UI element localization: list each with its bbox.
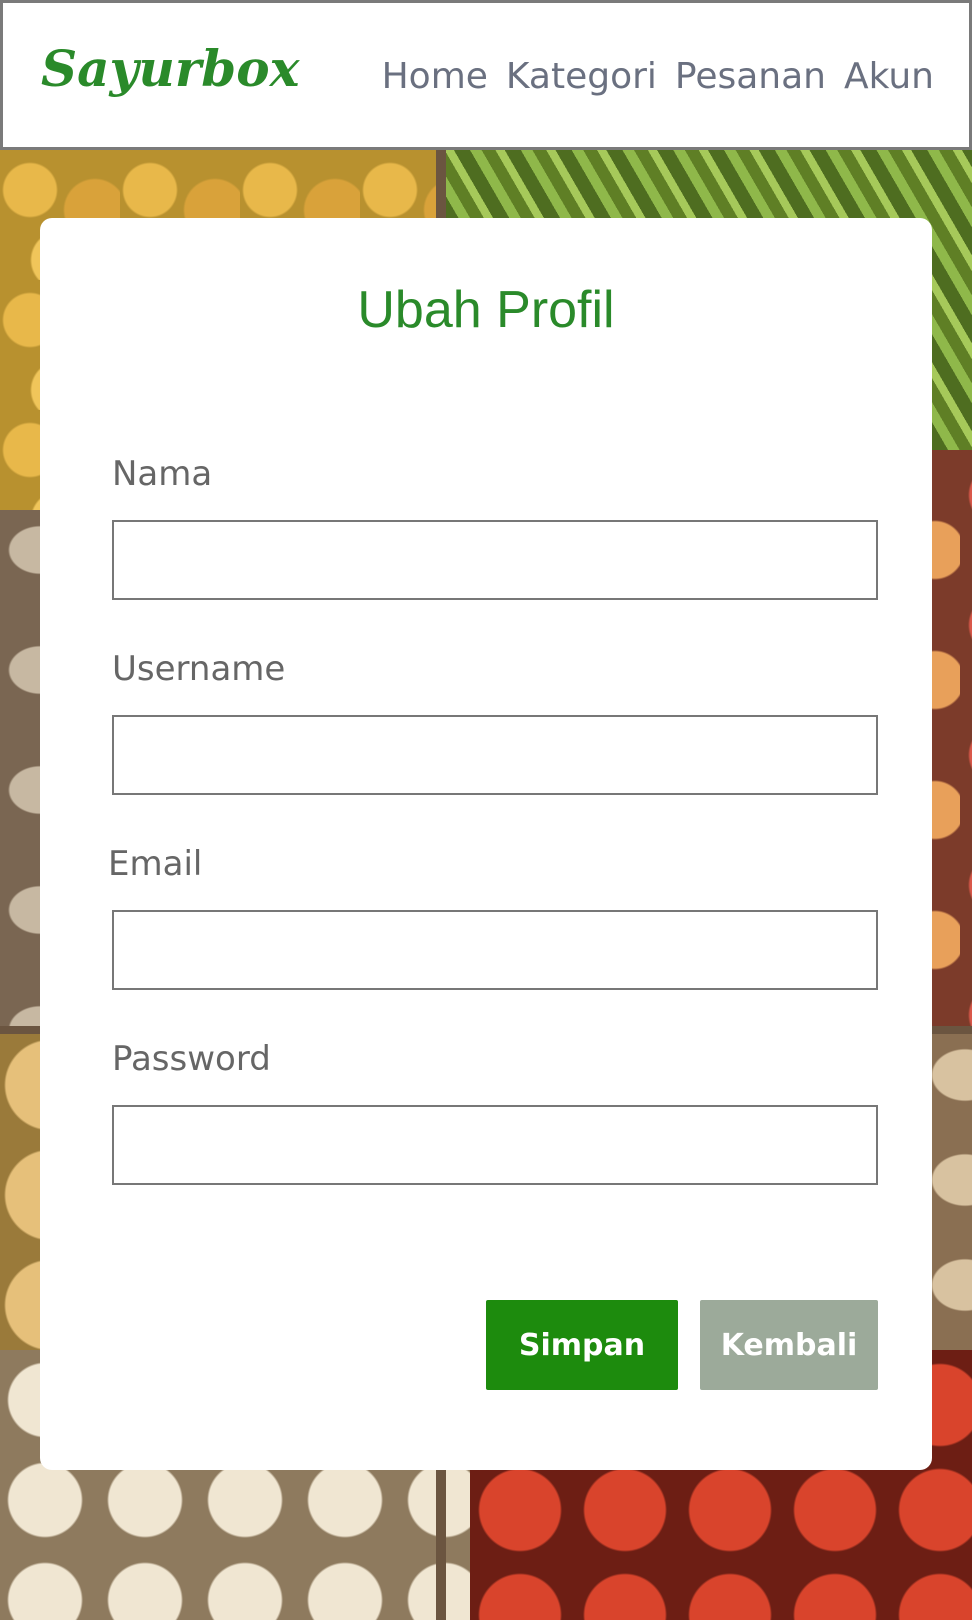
edit-profile-card: Ubah Profil Nama Username Email Password… — [40, 218, 932, 1470]
email-label: Email — [108, 844, 203, 884]
nama-label: Nama — [112, 454, 213, 494]
sayurbox-logo[interactable]: Sayurbox — [41, 39, 299, 98]
nav-link-kategori[interactable]: Kategori — [506, 56, 657, 97]
nav-link-pesanan[interactable]: Pesanan — [675, 56, 826, 97]
top-navbar: Sayurbox Home Kategori Pesanan Akun — [0, 0, 972, 150]
back-button[interactable]: Kembali — [700, 1300, 878, 1390]
page-title: Ubah Profil — [357, 281, 615, 339]
nav-link-akun[interactable]: Akun — [844, 56, 934, 97]
nav-link-home[interactable]: Home — [382, 56, 488, 97]
username-input[interactable] — [112, 715, 878, 795]
username-label: Username — [112, 649, 286, 689]
save-button[interactable]: Simpan — [486, 1300, 678, 1390]
password-input[interactable] — [112, 1105, 878, 1185]
email-input[interactable] — [112, 910, 878, 990]
nav-links: Home Kategori Pesanan Akun — [382, 56, 934, 97]
nama-input[interactable] — [112, 520, 878, 600]
password-label: Password — [112, 1039, 271, 1079]
